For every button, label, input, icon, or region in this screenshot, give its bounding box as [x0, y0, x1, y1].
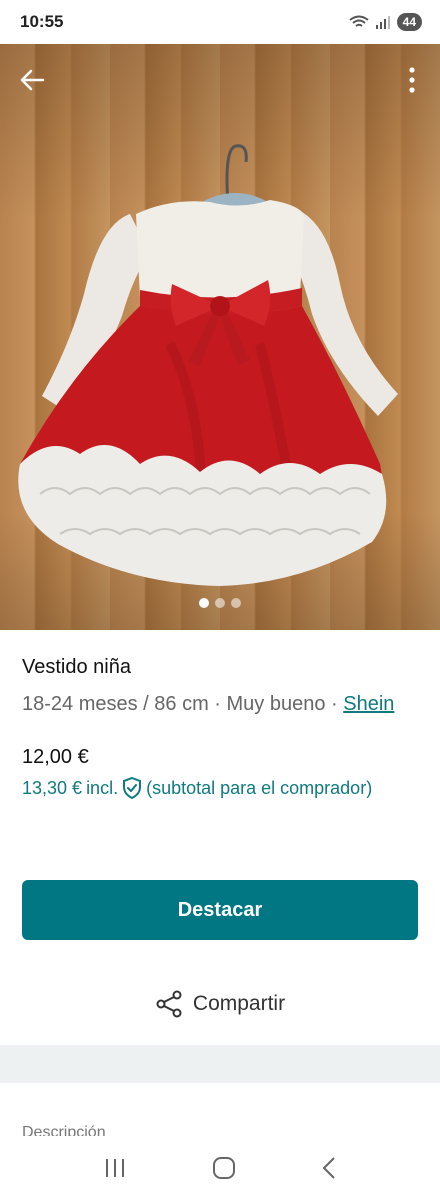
system-navigation-bar — [0, 1136, 440, 1200]
buyer-total-incl-label: incl. — [86, 777, 119, 798]
carousel-dot[interactable] — [215, 598, 225, 608]
arrow-left-icon — [20, 69, 45, 91]
buyer-total-row[interactable]: 13,30 € incl. (subtotal para el comprado… — [22, 777, 418, 799]
listing-title: Vestido niña — [22, 656, 131, 678]
carousel-dot[interactable] — [231, 598, 241, 608]
share-button[interactable]: Compartir — [0, 986, 440, 1022]
buyer-total-note: (subtotal para el comprador) — [146, 777, 373, 798]
battery-indicator: 44 — [396, 13, 422, 31]
listing-details: Vestido niña 18-24 meses / 86 cm · Muy b… — [22, 656, 418, 799]
carousel-dot[interactable] — [199, 598, 209, 608]
back-nav-icon[interactable] — [321, 1156, 337, 1180]
product-photo-carousel[interactable] — [0, 44, 440, 630]
more-vertical-icon — [409, 67, 415, 93]
bump-button[interactable]: Destacar — [22, 880, 418, 940]
bodice — [136, 200, 304, 305]
back-button[interactable] — [16, 64, 48, 96]
share-icon — [156, 990, 182, 1018]
brand-link[interactable]: Shein — [343, 693, 394, 715]
size-condition-text: 18-24 meses / 86 cm · Muy bueno · — [22, 693, 344, 715]
listing-meta: 18-24 meses / 86 cm · Muy bueno · Shein — [22, 691, 418, 718]
item-price: 12,00 € — [22, 746, 89, 768]
section-divider — [0, 1045, 440, 1083]
share-label: Compartir — [192, 992, 286, 1015]
status-time: 10:55 — [20, 12, 64, 31]
wifi-icon — [349, 15, 369, 27]
more-options-button[interactable] — [400, 64, 424, 96]
bow-knot — [210, 296, 230, 316]
home-icon[interactable] — [212, 1156, 236, 1180]
status-bar: 10:55 44 — [0, 0, 440, 44]
dress-image — [18, 144, 398, 586]
signal-icon — [375, 16, 390, 29]
buyer-total-amount: 13,30 € — [22, 777, 83, 798]
recent-apps-icon[interactable] — [103, 1157, 127, 1179]
status-icons: 44 — [349, 13, 422, 31]
carousel-indicator — [0, 598, 440, 608]
shield-check-icon — [123, 777, 142, 799]
